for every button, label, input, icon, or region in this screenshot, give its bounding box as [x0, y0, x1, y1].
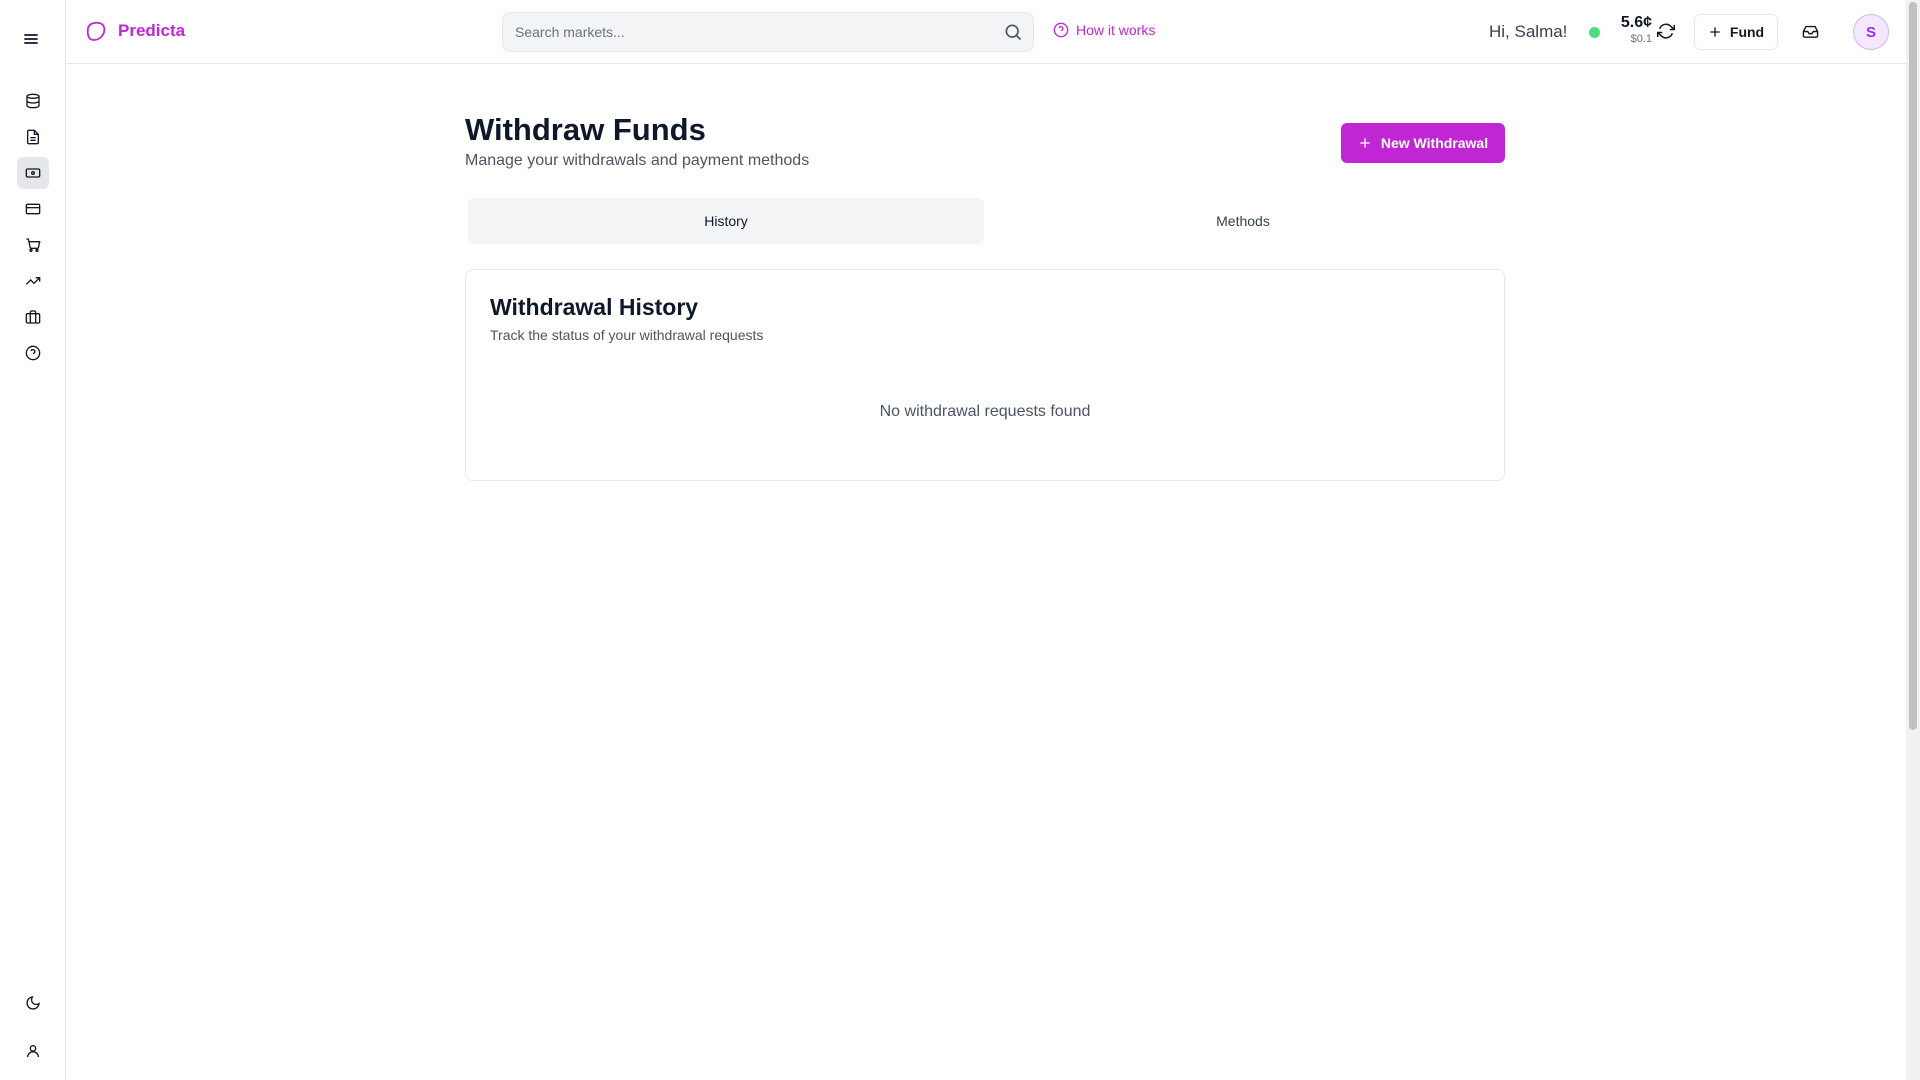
- how-it-works-link[interactable]: How it works: [1053, 22, 1155, 38]
- sidebar-item-trending[interactable]: [17, 265, 49, 297]
- refresh-balance-button[interactable]: [1657, 22, 1675, 40]
- balance-cents: 5.6¢: [1620, 14, 1652, 31]
- database-icon: [25, 93, 41, 109]
- tab-list: History Methods: [465, 196, 1505, 246]
- page-title: Withdraw Funds: [465, 112, 706, 147]
- app-name: Predicta: [118, 21, 186, 40]
- inbox-button[interactable]: [1802, 23, 1819, 40]
- search-input[interactable]: [515, 13, 995, 51]
- moon-icon: [25, 995, 41, 1011]
- sidebar-item-documents[interactable]: [17, 121, 49, 153]
- how-it-works-label: How it works: [1076, 22, 1156, 38]
- user-icon: [25, 1043, 41, 1059]
- withdrawal-history-card: Withdrawal History Track the status of y…: [465, 269, 1505, 481]
- card-subtitle: Track the status of your withdrawal requ…: [490, 327, 764, 343]
- tab-methods[interactable]: Methods: [985, 198, 1501, 244]
- new-withdrawal-button[interactable]: New Withdrawal: [1341, 123, 1505, 163]
- status-indicator: [1589, 27, 1600, 38]
- greeting: Hi, Salma!: [1489, 22, 1568, 41]
- sidebar-item-profile[interactable]: [17, 1035, 49, 1067]
- inbox-icon: [1802, 23, 1819, 40]
- card-title: Withdrawal History: [490, 294, 699, 320]
- sidebar-item-cart[interactable]: [17, 229, 49, 261]
- tab-history[interactable]: History: [468, 198, 984, 244]
- scrollbar-thumb[interactable]: [1909, 2, 1917, 730]
- help-circle-icon: [1053, 22, 1069, 38]
- sidebar-item-cards[interactable]: [17, 193, 49, 225]
- balance-dollars: $0.1: [1630, 33, 1652, 45]
- plus-icon: [1708, 25, 1722, 39]
- logo-icon: [84, 19, 108, 43]
- search-bar: [502, 12, 1034, 52]
- avatar[interactable]: S: [1853, 14, 1889, 50]
- cart-icon: [25, 237, 41, 253]
- credit-card-icon: [25, 201, 41, 217]
- page-scrollbar[interactable]: [1906, 0, 1920, 1080]
- balance-display: 5.6¢ $0.1: [1612, 14, 1652, 46]
- empty-state-message: No withdrawal requests found: [879, 403, 1091, 420]
- briefcase-icon: [25, 309, 41, 325]
- menu-toggle-icon[interactable]: [19, 27, 43, 51]
- fund-label: Fund: [1729, 24, 1765, 40]
- fund-button[interactable]: Fund: [1694, 14, 1778, 50]
- banknote-icon: [25, 165, 41, 181]
- plus-icon: [1358, 136, 1372, 150]
- refresh-icon: [1657, 22, 1675, 40]
- theme-toggle[interactable]: [17, 987, 49, 1019]
- sidebar: [0, 0, 66, 1080]
- new-withdrawal-label: New Withdrawal: [1380, 135, 1489, 151]
- search-icon[interactable]: [1003, 22, 1023, 42]
- trending-up-icon: [25, 273, 41, 289]
- page-subtitle: Manage your withdrawals and payment meth…: [465, 152, 810, 169]
- top-bar: Predicta How it works Hi, Salma! 5.6¢ $0…: [66, 0, 1920, 64]
- document-icon: [25, 129, 41, 145]
- sidebar-item-withdraw[interactable]: [17, 157, 49, 189]
- sidebar-item-markets[interactable]: [17, 85, 49, 117]
- app-logo[interactable]: Predicta: [84, 19, 185, 43]
- sidebar-item-portfolio[interactable]: [17, 301, 49, 333]
- help-circle-icon: [25, 345, 41, 361]
- sidebar-item-help[interactable]: [17, 337, 49, 369]
